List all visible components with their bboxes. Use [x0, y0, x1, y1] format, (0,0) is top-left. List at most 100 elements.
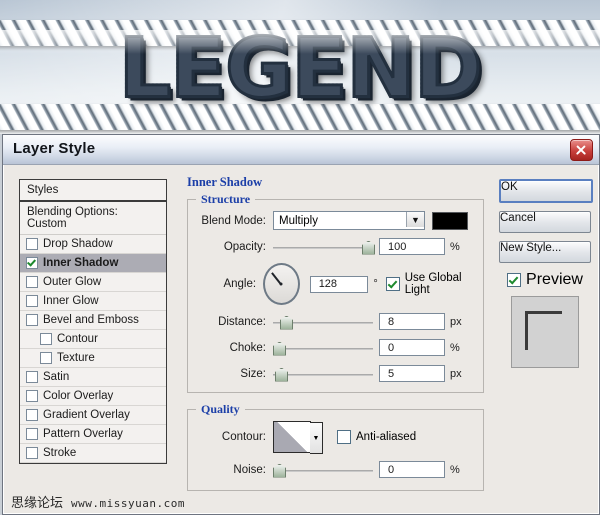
- size-input[interactable]: 5: [379, 365, 445, 382]
- preview-label: Preview: [526, 271, 583, 288]
- new-style-button[interactable]: New Style...: [499, 241, 591, 263]
- blending-options-item[interactable]: Blending Options: Custom: [20, 202, 166, 235]
- artwork-word: LEGEND: [117, 20, 483, 118]
- checkbox-icon[interactable]: [26, 276, 38, 288]
- style-item-label: Satin: [43, 371, 70, 383]
- checkbox-checked-icon[interactable]: [385, 277, 400, 291]
- checkbox-icon[interactable]: [40, 352, 52, 364]
- quality-legend: Quality: [196, 402, 245, 417]
- noise-slider[interactable]: [273, 463, 373, 478]
- checkbox-icon[interactable]: [26, 371, 38, 383]
- distance-slider[interactable]: [273, 315, 373, 330]
- structure-legend: Structure: [196, 192, 256, 207]
- choke-row: Choke: 0 %: [196, 337, 475, 358]
- style-item-label: Drop Shadow: [43, 238, 113, 250]
- contour-curve-icon: [274, 422, 310, 452]
- dialog-body: Styles Blending Options: Custom Drop Sha…: [3, 165, 599, 515]
- checkbox-icon[interactable]: [26, 409, 38, 421]
- angle-input[interactable]: 128: [309, 275, 369, 293]
- contour-label: Contour:: [221, 431, 266, 443]
- checkbox-icon[interactable]: [26, 428, 38, 440]
- noise-input[interactable]: 0: [379, 461, 445, 478]
- artwork-word-wrap: LEGEND: [0, 20, 600, 118]
- dialog-actions: OK Cancel New Style... Preview: [499, 179, 593, 368]
- close-icon[interactable]: [570, 139, 593, 161]
- distance-input[interactable]: 8: [379, 313, 445, 330]
- opacity-input[interactable]: 100: [379, 238, 445, 255]
- angle-dial[interactable]: [263, 263, 300, 305]
- shadow-color-swatch[interactable]: [432, 211, 468, 230]
- checkbox-checked-icon[interactable]: [507, 273, 522, 287]
- opacity-slider[interactable]: [273, 240, 375, 255]
- style-item-outer-glow[interactable]: Outer Glow: [20, 273, 166, 292]
- inner-shadow-preview-shape: [525, 311, 562, 350]
- style-item-satin[interactable]: Satin: [20, 368, 166, 387]
- panel-title: Inner Shadow: [187, 175, 263, 189]
- style-item-bevel-and-emboss[interactable]: Bevel and Emboss: [20, 311, 166, 330]
- style-item-pattern-overlay[interactable]: Pattern Overlay: [20, 425, 166, 444]
- style-item-color-overlay[interactable]: Color Overlay: [20, 387, 166, 406]
- style-item-label: Stroke: [43, 447, 77, 459]
- style-item-stroke[interactable]: Stroke: [20, 444, 166, 463]
- slider-handle[interactable]: [273, 341, 286, 356]
- slider-track: [273, 469, 373, 472]
- size-label: Size:: [240, 367, 266, 380]
- angle-row: Angle: 128 ° Use Global Light: [196, 262, 475, 306]
- blend-mode-select[interactable]: Multiply ▼: [273, 211, 425, 230]
- choke-input[interactable]: 0: [379, 339, 445, 356]
- checkbox-icon[interactable]: [26, 238, 38, 250]
- slider-handle[interactable]: [280, 315, 293, 330]
- style-item-label: Gradient Overlay: [43, 409, 130, 421]
- choke-unit: %: [450, 341, 460, 354]
- noise-unit: %: [450, 463, 460, 476]
- dialog-title: Layer Style: [13, 140, 96, 157]
- structure-group: Structure Blend Mode: Multiply ▼ Opacity…: [187, 192, 484, 393]
- chevron-down-icon[interactable]: ▼: [310, 422, 323, 454]
- noise-row: Noise: 0 %: [196, 459, 475, 480]
- chevron-down-icon[interactable]: ▼: [406, 212, 424, 227]
- choke-slider[interactable]: [273, 341, 373, 356]
- checkbox-checked-icon[interactable]: [26, 257, 38, 269]
- contour-preset-swatch[interactable]: ▼: [273, 421, 323, 454]
- watermark-site-name: 思缘论坛: [11, 496, 64, 511]
- slider-handle[interactable]: [273, 463, 286, 478]
- quality-group: Quality Contour: ▼ Anti-aliased Noise: 0…: [187, 402, 484, 491]
- blend-mode-row: Blend Mode: Multiply ▼: [196, 210, 475, 231]
- angle-label: Angle:: [223, 278, 257, 290]
- preview-thumbnail: [511, 296, 579, 368]
- style-item-inner-shadow[interactable]: Inner Shadow: [20, 254, 166, 273]
- cancel-button[interactable]: Cancel: [499, 211, 591, 233]
- slider-handle[interactable]: [275, 367, 288, 382]
- styles-list: Styles Blending Options: Custom Drop Sha…: [19, 179, 167, 464]
- style-item-texture[interactable]: Texture: [20, 349, 166, 368]
- checkbox-icon[interactable]: [26, 295, 38, 307]
- slider-track: [273, 246, 373, 249]
- angle-unit: °: [373, 278, 378, 290]
- style-item-drop-shadow[interactable]: Drop Shadow: [20, 235, 166, 254]
- choke-label: Choke:: [229, 341, 266, 354]
- size-slider[interactable]: [273, 367, 373, 382]
- ok-button[interactable]: OK: [499, 179, 593, 203]
- blend-mode-value: Multiply: [279, 214, 318, 227]
- checkbox-icon[interactable]: [26, 447, 38, 459]
- style-item-contour[interactable]: Contour: [20, 330, 166, 349]
- checkbox-icon[interactable]: [40, 333, 52, 345]
- style-item-inner-glow[interactable]: Inner Glow: [20, 292, 166, 311]
- use-global-light-label: Use Global Light: [404, 272, 462, 296]
- distance-row: Distance: 8 px: [196, 311, 475, 332]
- slider-handle[interactable]: [362, 240, 375, 255]
- styles-list-header[interactable]: Styles: [20, 180, 166, 202]
- checkbox-icon[interactable]: [26, 390, 38, 402]
- distance-unit: px: [450, 315, 462, 328]
- use-global-light-checkbox[interactable]: Use Global Light: [385, 272, 475, 296]
- anti-aliased-checkbox[interactable]: Anti-aliased: [337, 430, 416, 444]
- anti-aliased-label: Anti-aliased: [356, 431, 417, 443]
- checkbox-icon[interactable]: [26, 314, 38, 326]
- inner-shadow-panel: Inner Shadow Structure Blend Mode: Multi…: [187, 175, 484, 491]
- checkbox-icon[interactable]: [337, 430, 351, 444]
- opacity-row: Opacity: 100 %: [196, 236, 475, 257]
- style-item-label: Inner Shadow: [43, 257, 119, 269]
- preview-checkbox[interactable]: Preview: [499, 271, 591, 289]
- noise-label: Noise:: [233, 463, 266, 476]
- style-item-gradient-overlay[interactable]: Gradient Overlay: [20, 406, 166, 425]
